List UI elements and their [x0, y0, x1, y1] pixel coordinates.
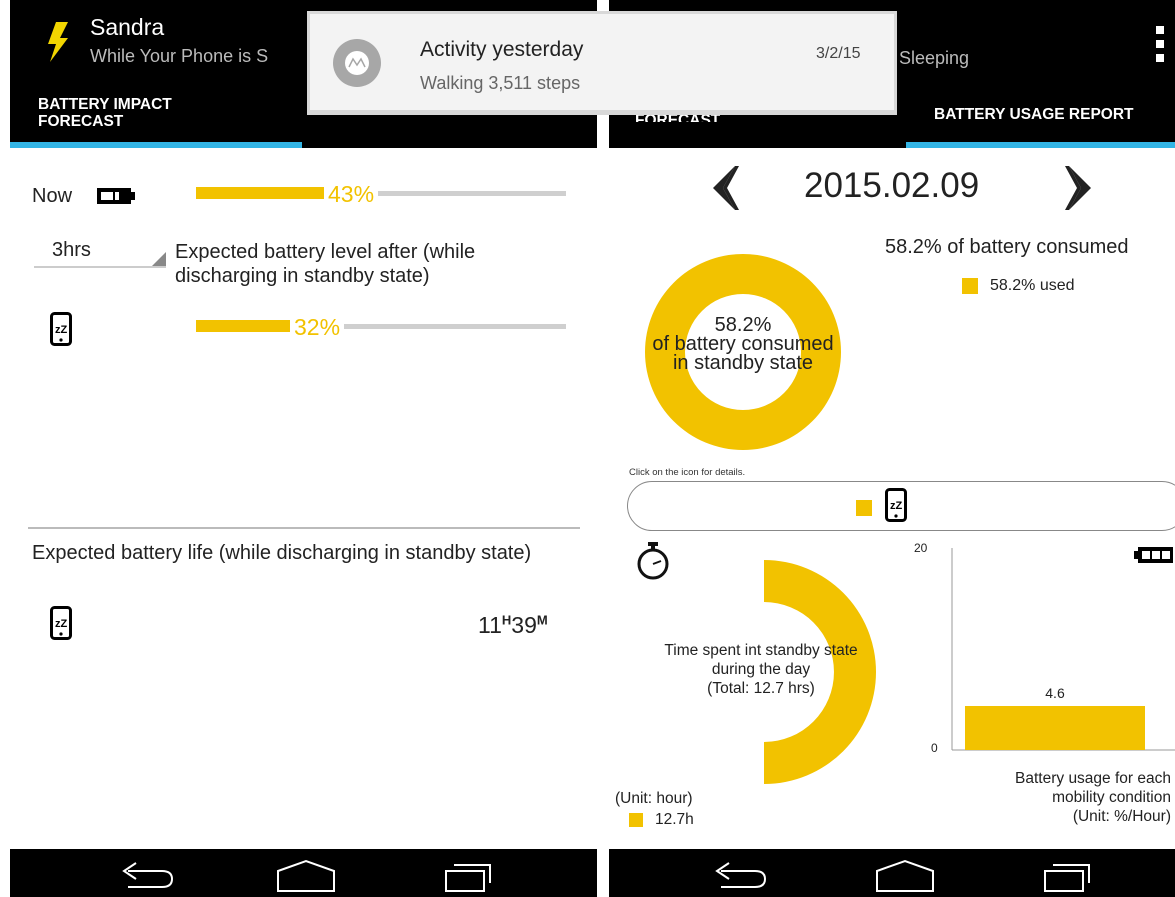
heads-up-notification-frame[interactable]: Activity yesterday Walking 3,511 steps 3… — [307, 11, 897, 115]
time-legend-swatch — [629, 813, 643, 827]
tab-battery-impact-forecast[interactable]: BATTERY IMPACT FORECAST — [38, 96, 172, 130]
back-icon[interactable] — [705, 857, 769, 893]
donut-line2: in standby state — [672, 352, 814, 374]
tab-battery-usage-report[interactable]: BATTERY USAGE REPORT — [934, 106, 1134, 123]
now-label: Now — [32, 185, 73, 207]
heads-up-notification[interactable]: Activity yesterday Walking 3,511 steps 3… — [310, 14, 894, 110]
svg-text:zZ: zZ — [55, 618, 68, 630]
tab-indicator — [906, 142, 1175, 148]
now-percentage: 43% — [324, 181, 379, 208]
battery-full-icon — [1134, 547, 1173, 563]
svg-text:zZ: zZ — [55, 324, 68, 336]
battery-icon — [97, 188, 135, 204]
legend-swatch — [962, 278, 978, 294]
chevron-left-icon[interactable] — [709, 166, 739, 210]
notification-date: 3/2/15 — [816, 45, 861, 62]
y-tick-zero: 0 — [931, 741, 938, 755]
donut-center-label: 58.2% of battery consumed in standby sta… — [643, 315, 843, 374]
navigation-bar — [609, 849, 1175, 897]
time-legend-label: 12.7h — [655, 811, 694, 828]
navigation-bar — [10, 849, 597, 897]
recent-apps-icon[interactable] — [440, 857, 504, 893]
usage-caption-line1: Battery usage for each — [1015, 770, 1171, 787]
usage-caption-line2: mobility condition — [1052, 789, 1171, 806]
home-icon[interactable] — [873, 857, 937, 893]
home-icon[interactable] — [274, 857, 338, 893]
selector-swatch — [856, 500, 872, 516]
standby-line2: during the day — [711, 661, 811, 678]
report-date: 2015.02.09 — [804, 166, 980, 205]
usage-bar-value-label: 4.6 — [1045, 685, 1065, 701]
back-icon[interactable] — [112, 857, 176, 893]
overflow-menu-icon[interactable] — [1155, 24, 1165, 64]
lightning-icon — [48, 22, 68, 62]
after-bar-fill — [196, 320, 294, 332]
battery-life-value: 11H39M — [478, 612, 548, 639]
tab-indicator — [10, 142, 302, 148]
standby-time-label: Time spent int standby state during the … — [629, 641, 893, 698]
section-divider — [28, 527, 580, 529]
usage-bar — [965, 706, 1145, 750]
now-bar-fill — [196, 187, 328, 199]
life-hours: 11 — [478, 612, 502, 638]
details-hint: Click on the icon for details. — [629, 467, 746, 478]
duration-value: 3hrs — [52, 239, 91, 261]
notification-title: Sandra — [90, 14, 165, 40]
hours-unit: H — [501, 612, 512, 628]
duration-dropdown[interactable]: 3hrs — [34, 236, 166, 268]
notification-text: Walking 3,511 steps — [420, 73, 581, 93]
time-unit-label: (Unit: hour) — [615, 790, 693, 807]
left-screen: Sandra While Your Phone is S BATTERY IMP… — [10, 0, 597, 897]
y-tick-max: 20 — [914, 541, 928, 555]
chevron-right-icon[interactable] — [1065, 166, 1095, 210]
sleeping-phone-icon[interactable]: zZ — [885, 488, 907, 522]
life-minutes: 39 — [511, 612, 537, 638]
legend-used-label: 58.2% used — [990, 277, 1075, 294]
usage-caption-line3: (Unit: %/Hour) — [1072, 808, 1171, 825]
minutes-unit: M — [536, 612, 548, 628]
expected-level-label: Expected battery level after (while disc… — [175, 241, 476, 287]
mobility-icon-selector[interactable]: zZ — [627, 481, 1175, 531]
sleeping-phone-icon[interactable]: zZ — [50, 606, 72, 640]
consumed-title: 58.2% of battery consumed — [885, 236, 1129, 258]
standby-line3: (Total: 12.7 hrs) — [707, 680, 815, 697]
svg-text:zZ: zZ — [890, 500, 903, 512]
notification-subtitle: While Your Phone is S — [90, 46, 269, 66]
standby-line1: Time spent int standby state — [664, 642, 858, 659]
sleeping-phone-icon[interactable]: zZ — [50, 312, 72, 346]
recent-apps-icon[interactable] — [1039, 857, 1103, 893]
activity-app-icon — [333, 39, 381, 87]
stopwatch-icon — [637, 542, 669, 580]
notification-title: Activity yesterday — [420, 38, 584, 61]
usage-bar-chart: 4.6 — [951, 548, 1175, 751]
battery-life-label: Expected battery life (while discharging… — [32, 542, 532, 564]
dropdown-triangle-icon — [152, 252, 166, 266]
notification-subtitle-tail: Sleeping — [899, 48, 970, 68]
screen-gap — [597, 0, 609, 897]
right-screen: Sleeping FORECAST BATTERY USAGE REPORT 2… — [609, 0, 1175, 897]
after-percentage: 32% — [290, 314, 345, 341]
usage-caption: Battery usage for each mobility conditio… — [909, 769, 1171, 826]
